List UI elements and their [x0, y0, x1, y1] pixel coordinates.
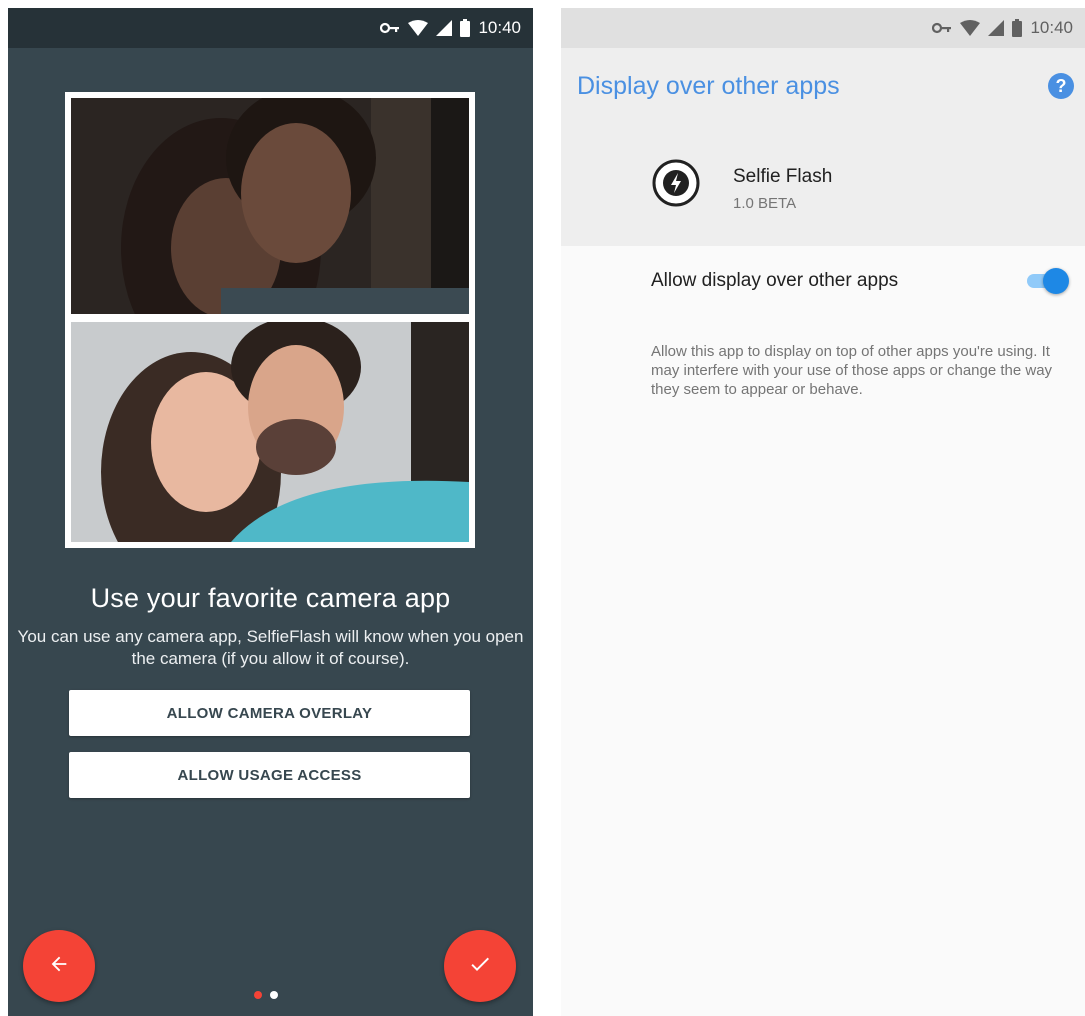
- settings-screen: 10:40 Display over other apps ? Selfie F…: [561, 8, 1085, 1016]
- onboarding-headline: Use your favorite camera app: [90, 583, 451, 613]
- page-indicator: [254, 991, 278, 999]
- setting-label: Allow display over other apps: [651, 270, 899, 291]
- page-dot-inactive: [270, 991, 278, 999]
- setting-description: Allow this app to display on top of othe…: [651, 343, 1053, 398]
- svg-text:?: ?: [1056, 76, 1067, 96]
- onboarding-screen: 10:40 Use your favorite camera app You c…: [8, 8, 533, 1016]
- done-button[interactable]: [444, 930, 516, 1002]
- app-info-header: Display over other apps ? Selfie Flash 1…: [561, 48, 1085, 246]
- app-version: 1.0 BETA: [733, 195, 797, 212]
- allow-usage-access-button[interactable]: ALLOW USAGE ACCESS: [69, 752, 470, 798]
- selfie-dark-photo: [71, 98, 469, 314]
- battery-icon: [1012, 19, 1023, 37]
- arrow-back-icon: [48, 953, 70, 980]
- toggle-thumb: [1043, 268, 1069, 294]
- status-bar: 10:40: [8, 8, 533, 48]
- wifi-icon: [960, 20, 981, 36]
- page-title: Display over other apps: [577, 72, 840, 100]
- vpn-key-icon: [932, 22, 952, 34]
- vpn-key-icon: [380, 22, 400, 34]
- check-icon: [468, 952, 492, 981]
- onboarding-description: You can use any camera app, SelfieFlash …: [17, 627, 524, 668]
- app-name: Selfie Flash: [733, 166, 833, 187]
- help-icon[interactable]: ?: [1047, 72, 1075, 100]
- status-bar: 10:40: [561, 8, 1085, 48]
- selfie-flash-photo: [71, 322, 469, 542]
- screen-divider: [533, 0, 561, 1016]
- wifi-icon: [408, 20, 429, 36]
- battery-icon: [460, 19, 471, 37]
- cell-signal-icon: [988, 20, 1005, 36]
- allow-camera-overlay-button[interactable]: ALLOW CAMERA OVERLAY: [69, 690, 470, 736]
- back-button[interactable]: [23, 930, 95, 1002]
- status-time: 10:40: [1030, 18, 1073, 37]
- photo-comparison: [65, 92, 475, 548]
- cell-signal-icon: [436, 20, 453, 36]
- allow-display-toggle[interactable]: [1023, 268, 1069, 294]
- selfie-flash-app-icon: [652, 159, 700, 207]
- allow-display-setting[interactable]: Allow display over other apps: [561, 246, 1085, 318]
- status-time: 10:40: [478, 18, 521, 37]
- page-dot-active: [254, 991, 262, 999]
